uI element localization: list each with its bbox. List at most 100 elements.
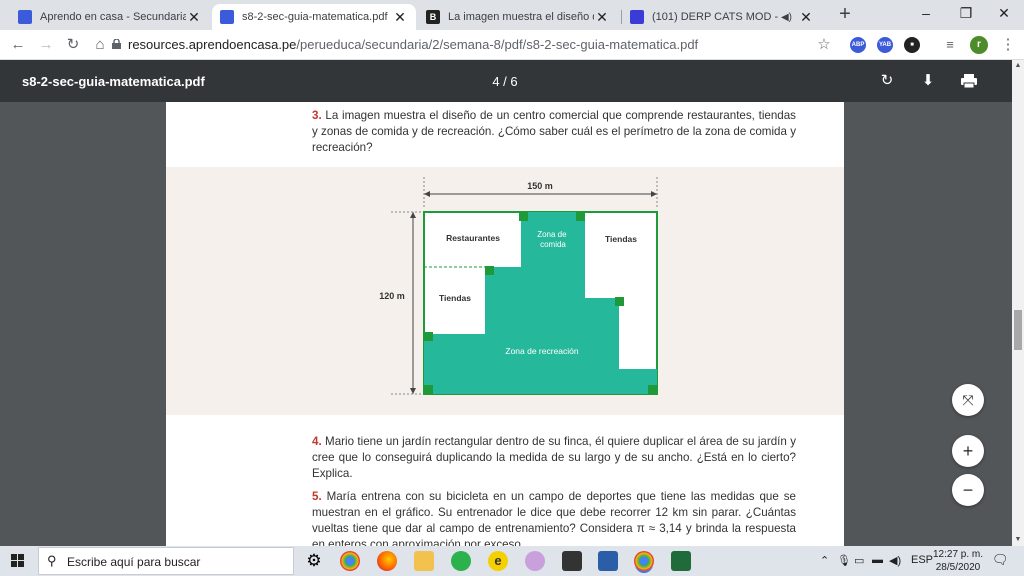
zoom-out-button[interactable]: − — [952, 474, 984, 506]
network-icon[interactable]: ▭ — [854, 554, 864, 567]
url-domain: resources.aprendoencasa.pe — [128, 37, 297, 52]
url-path: /perueduca/secundaria/2/semana-8/pdf/s8-… — [296, 37, 699, 52]
tab-youtube[interactable]: (101) DERP CATS MOD - Gatos ◀) ✕ — [622, 4, 822, 30]
rotate-icon[interactable]: ↻ — [877, 71, 897, 91]
question-text: María entrena con su bicicleta en un cam… — [312, 490, 796, 546]
chrome-active-icon[interactable] — [634, 551, 654, 571]
question-4: 4. Mario tiene un jardín rectangular den… — [312, 434, 796, 482]
whatsapp-icon[interactable] — [451, 551, 471, 571]
close-tab-icon[interactable]: ✕ — [594, 9, 610, 26]
back-icon[interactable]: ← — [8, 35, 28, 55]
tab-pdf[interactable]: s8-2-sec-guia-matematica.pdf ✕ — [212, 4, 416, 30]
adblock-extension-icon[interactable]: ABP — [850, 37, 866, 53]
volume-icon[interactable]: ◀) — [889, 554, 901, 567]
system-clock[interactable]: 12:27 p. m. 28/5/2020 — [928, 548, 988, 574]
arrowhead — [424, 191, 430, 197]
video-favicon-icon — [630, 10, 644, 24]
new-tab-button[interactable]: + — [834, 4, 856, 26]
internet-explorer-icon[interactable]: e — [488, 551, 508, 571]
tab-title: La imagen muestra el diseño de un c — [448, 11, 594, 23]
close-tab-icon[interactable]: ✕ — [186, 9, 202, 26]
chrome-icon[interactable] — [340, 551, 360, 571]
tab-title: Aprendo en casa - Secundaria - Rec — [40, 11, 186, 23]
bookmark-star-icon[interactable]: ☆ — [814, 35, 834, 55]
corner-marker — [485, 266, 494, 275]
calculator-icon[interactable] — [562, 551, 582, 571]
clock-date: 28/5/2020 — [935, 562, 981, 573]
address-bar[interactable]: resources.aprendoencasa.pe/perueduca/sec… — [128, 37, 698, 52]
question-3: 3. La imagen muestra el diseño de un cen… — [312, 108, 796, 156]
corner-marker — [424, 385, 433, 394]
forward-icon[interactable]: → — [36, 35, 56, 55]
close-tab-icon[interactable]: ✕ — [392, 9, 408, 26]
zoom-in-button[interactable]: + — [952, 435, 984, 467]
file-explorer-icon[interactable] — [414, 551, 434, 571]
question-text: La imagen muestra el diseño de un centro… — [312, 109, 796, 154]
windows-start-icon[interactable] — [0, 546, 36, 576]
media-player-icon[interactable] — [598, 551, 618, 571]
scroll-down-icon[interactable]: ▼ — [1012, 534, 1024, 546]
taskbar-search-input[interactable]: ⚲ Escribe aquí para buscar — [38, 547, 294, 575]
close-window-button[interactable]: ✕ — [984, 0, 1024, 26]
profile-avatar[interactable]: r — [970, 36, 988, 54]
scroll-thumb[interactable] — [1014, 310, 1022, 350]
download-icon[interactable]: ⬇ — [918, 71, 938, 91]
pdf-filename: s8-2-sec-guia-matematica.pdf — [22, 74, 205, 89]
app-icon[interactable] — [525, 551, 545, 571]
page-indicator: 4 / 6 — [492, 74, 518, 89]
zona-comida-line-1: Zona de — [537, 230, 567, 239]
yab-extension-icon[interactable]: YAB — [877, 37, 893, 53]
speaker-icon[interactable]: ◀) — [781, 12, 792, 23]
zona-comida-line-2: comida — [540, 240, 566, 249]
tiendas-top-label: Tiendas — [605, 234, 637, 244]
restaurantes-label: Restaurantes — [446, 233, 500, 243]
fit-to-page-button[interactable]: ⤧ — [952, 384, 984, 416]
tab-aprendo-en-casa[interactable]: Aprendo en casa - Secundaria - Rec ✕ — [10, 4, 210, 30]
corner-marker — [519, 212, 528, 221]
menu-kebab-icon[interactable]: ⋮ — [998, 35, 1018, 55]
reload-icon[interactable]: ↻ — [63, 35, 83, 55]
minimize-button[interactable]: – — [906, 0, 946, 26]
aprendo-favicon-icon — [220, 10, 234, 24]
home-icon[interactable]: ⌂ — [90, 35, 110, 55]
scroll-up-icon[interactable]: ▲ — [1012, 60, 1024, 72]
brainly-favicon-icon: B — [426, 10, 440, 24]
search-icon: ⚲ — [47, 553, 57, 568]
corner-marker — [615, 297, 624, 306]
arrowhead — [410, 388, 416, 394]
minecraft-icon[interactable] — [671, 551, 691, 571]
lock-icon[interactable] — [112, 39, 121, 49]
extension-icon[interactable]: ■ — [904, 37, 920, 53]
close-tab-icon[interactable]: ✕ — [798, 9, 814, 26]
print-icon[interactable] — [959, 71, 979, 91]
notifications-icon[interactable]: 🗨 — [992, 552, 1009, 568]
firefox-icon[interactable] — [377, 551, 397, 571]
aprendo-favicon-icon — [18, 10, 32, 24]
restore-button[interactable]: ❐ — [946, 0, 986, 26]
question-number: 4. — [312, 435, 322, 448]
tab-title: s8-2-sec-guia-matematica.pdf — [242, 11, 388, 23]
tray-chevron-icon[interactable]: ⌃ — [820, 554, 829, 567]
microphone-icon[interactable]: 🎙 — [837, 554, 851, 567]
tab-brainly[interactable]: B La imagen muestra el diseño de un c ✕ — [418, 4, 618, 30]
tab-strip: Aprendo en casa - Secundaria - Rec ✕ s8-… — [0, 0, 1024, 30]
media-control-icon[interactable]: ≡ — [940, 35, 960, 55]
windows-taskbar: ⚲ Escribe aquí para buscar ⚙ e ⌃ 🎙 ▭ ▬ ◀… — [0, 546, 1024, 576]
corner-marker — [576, 212, 585, 221]
tab-title: (101) DERP CATS MOD - Gatos — [652, 11, 781, 23]
question-number: 3. — [312, 109, 322, 122]
corner-marker — [424, 332, 433, 341]
height-label: 120 m — [379, 291, 405, 301]
search-placeholder: Escribe aquí para buscar — [67, 555, 201, 569]
question-5: 5. María entrena con su bicicleta en un … — [312, 489, 796, 546]
corner-marker — [648, 385, 657, 394]
vertical-scrollbar[interactable]: ▲ ▼ — [1012, 60, 1024, 546]
settings-gear-icon[interactable]: ⚙ — [304, 551, 324, 571]
zona-recreacion-label: Zona de recreación — [505, 346, 579, 356]
width-label: 150 m — [527, 181, 553, 191]
browser-toolbar: ← → ↻ ⌂ resources.aprendoencasa.pe/perue… — [0, 30, 1024, 60]
clock-time: 12:27 p. m. — [932, 549, 984, 560]
pdf-page: 3. La imagen muestra el diseño de un cen… — [166, 102, 844, 546]
battery-icon[interactable]: ▬ — [872, 554, 883, 566]
mall-floor-plan: 150 m 120 m Restaurantes Zona de comida … — [379, 177, 658, 395]
